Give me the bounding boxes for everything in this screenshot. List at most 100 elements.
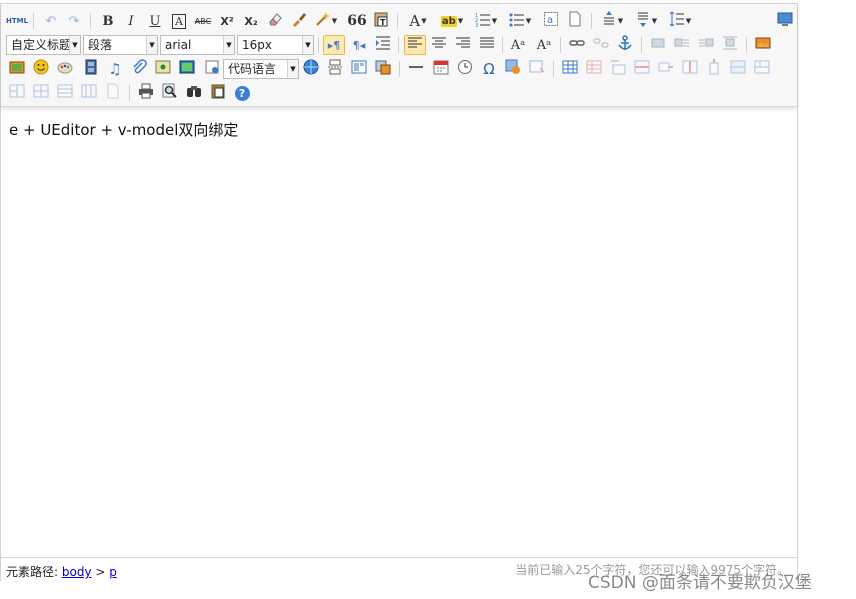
insertunorderedlist-button[interactable]: ▼ [507,11,533,31]
insertframe-button[interactable] [202,59,222,79]
imagecenter-button[interactable] [720,35,740,55]
cleardoc-button[interactable] [565,11,585,31]
blockquote-button[interactable]: 66 [347,11,367,31]
template-button[interactable] [349,59,369,79]
anchor-button[interactable] [615,35,635,55]
chevron-down-icon: ▼ [421,17,427,25]
paragraph-format-select[interactable]: 自定义标题 ▼ [6,35,81,55]
chevron-down-icon: ▼ [223,36,234,54]
removeformat-button[interactable] [265,11,285,31]
wordimage-button[interactable] [503,59,523,79]
editor-content[interactable]: e + UEditor + v-model双向绑定 [9,119,238,140]
drafts-button[interactable] [208,83,228,103]
simpleupload-button[interactable] [7,59,27,79]
indent-button[interactable] [373,35,393,55]
rtl-icon: ¶◂ [352,38,366,52]
attachment-button[interactable] [129,59,149,79]
tolowercase-button[interactable]: Aᵃ [534,35,554,55]
pagebreak-button[interactable] [325,59,345,79]
horizontal-button[interactable] [406,59,426,79]
insertcode-button[interactable] [301,59,321,79]
insertimage-button[interactable] [753,35,773,55]
delete-table-icon [586,59,602,79]
gmap-button[interactable] [177,59,197,79]
path-body-link[interactable]: body [62,565,92,579]
insertvideo-button[interactable] [81,59,101,79]
fontborder-button[interactable]: A [169,11,189,31]
undo-button[interactable]: ↶ [41,11,61,31]
snapscreen-button[interactable] [527,59,547,79]
justifyjustify-button[interactable] [477,35,497,55]
insertrow-button[interactable] [632,59,652,79]
subscript-button[interactable]: X₂ [241,11,261,31]
imagenone-button[interactable] [648,35,668,55]
rowspacingtop-button[interactable]: ▼ [599,11,625,31]
imageright-button[interactable] [696,35,716,55]
mergecells-button[interactable] [728,59,748,79]
charts-button[interactable] [103,83,123,103]
selectall-button[interactable]: a [541,11,561,31]
font-family-select[interactable]: arial ▼ [160,35,235,55]
link-button[interactable] [567,35,587,55]
backcolor-button[interactable]: ab ▼ [439,11,465,31]
unlink-button[interactable] [591,35,611,55]
insertorderedlist-button[interactable]: 1 2 3 ▼ [473,11,499,31]
map-button[interactable] [153,59,173,79]
redo-button[interactable]: ↷ [64,11,84,31]
inserttable-button[interactable] [560,59,580,79]
fullscreen-button[interactable] [775,11,795,31]
pasteplain-button[interactable]: T [371,11,391,31]
insertcol-button[interactable] [680,59,700,79]
redo-icon: ↷ [68,13,80,29]
background-button[interactable] [373,59,393,79]
emotion-button[interactable] [31,59,51,79]
rowspacingbottom-button[interactable]: ▼ [633,11,659,31]
insertparagraphbeforetable-button[interactable] [608,59,628,79]
justifyright-button[interactable] [453,35,473,55]
deleterow-button[interactable] [656,59,676,79]
justifyleft-button[interactable] [404,35,426,55]
justifycenter-button[interactable] [429,35,449,55]
splittorows-button[interactable] [55,83,75,103]
source-html-button[interactable]: HTML [6,11,28,31]
italic-button[interactable]: I [121,11,141,31]
music-note-icon: ♫ [108,60,122,78]
directionalityrtl-button[interactable]: ¶◂ [349,35,369,55]
superscript-button[interactable]: X² [217,11,237,31]
print-button[interactable] [136,83,156,103]
chevron-down-icon: ▼ [331,17,338,25]
autotypeset-button[interactable]: ▼ [313,11,339,31]
block-type-select[interactable]: 段落 ▼ [83,35,158,55]
font-size-select[interactable]: 16px ▼ [237,35,314,55]
content-paragraph[interactable]: e + UEditor + v-model双向绑定 [9,119,238,140]
deletetable-button[interactable] [584,59,604,79]
code-language-select[interactable]: 代码语言 ▼ [223,59,299,79]
date-button[interactable] [431,59,451,79]
strikethrough-button[interactable]: ABC [193,11,213,31]
forecolor-button[interactable]: A ▼ [405,11,431,31]
music-button[interactable]: ♫ [105,59,125,79]
splittocells-button[interactable] [31,83,51,103]
searchreplace-button[interactable] [184,83,204,103]
element-path: 元素路径: body > p [6,563,117,580]
deletecol-button[interactable] [704,59,724,79]
scrawl-button[interactable] [55,59,75,79]
splittocols-button[interactable] [79,83,99,103]
path-p-link[interactable]: p [109,565,117,579]
lineheight-button[interactable]: ▼ [667,11,693,31]
spechars-button[interactable]: Ω [479,59,499,79]
preview-button[interactable] [160,83,180,103]
formatmatch-button[interactable] [289,11,309,31]
imageleft-button[interactable] [672,35,692,55]
directionalityltr-button[interactable]: ▸¶ [323,35,345,55]
touppercase-button[interactable]: Aᵃ [508,35,528,55]
insert-column-icon [682,59,698,79]
merge-down-icon [9,83,25,103]
time-button[interactable] [455,59,475,79]
bold-button[interactable]: B [98,11,118,31]
help-button[interactable]: ? [232,83,252,103]
mergedown-button[interactable] [7,83,27,103]
separator [399,61,400,77]
underline-button[interactable]: U [145,11,165,31]
mergeright-button[interactable] [752,59,772,79]
